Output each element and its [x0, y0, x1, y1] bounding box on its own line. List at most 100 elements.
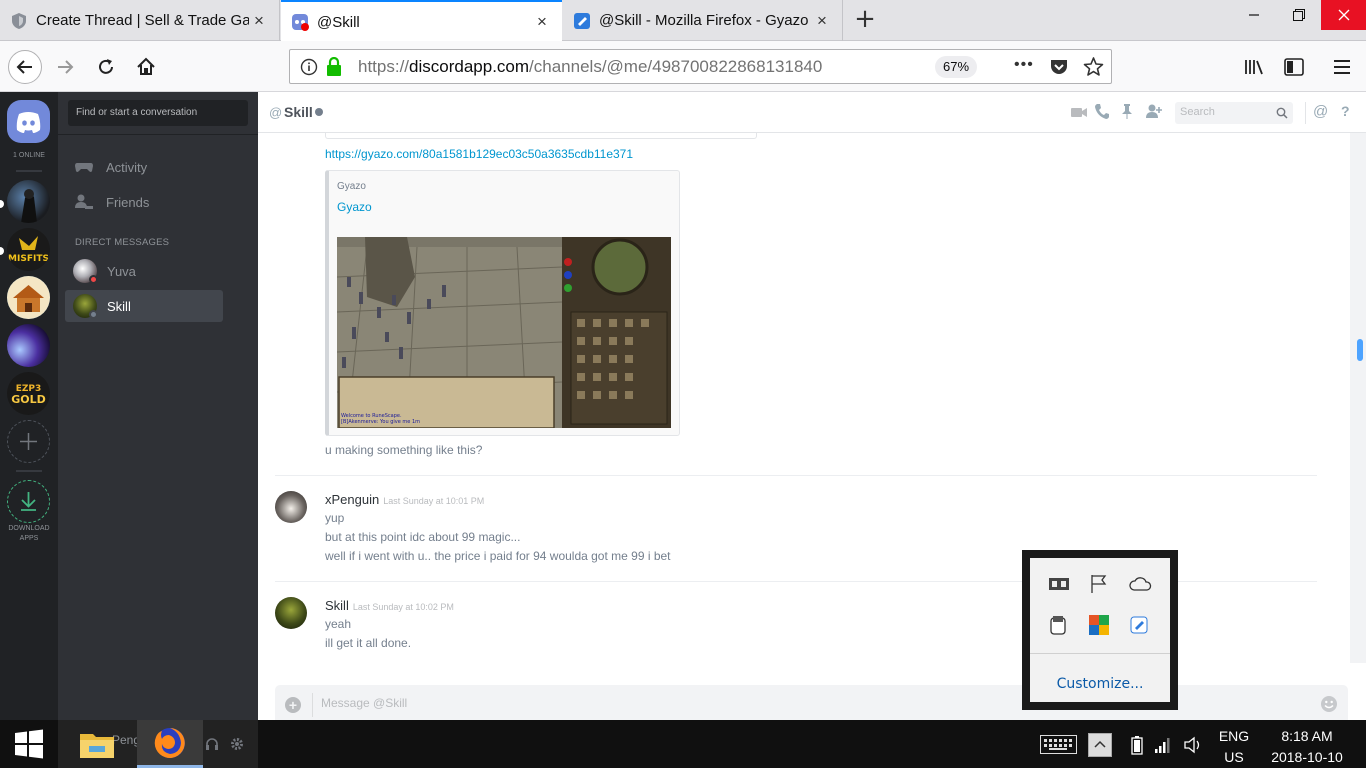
info-icon[interactable]: [300, 58, 318, 76]
chat-search-input[interactable]: Search: [1175, 102, 1293, 124]
tab-create-thread[interactable]: Create Thread | Sell & Trade Ga ×: [0, 0, 280, 41]
voice-call-icon[interactable]: [1094, 103, 1110, 120]
tab-close-icon[interactable]: ×: [812, 11, 832, 31]
url-bar[interactable]: https://discordapp.com/channels/@me/4987…: [289, 49, 1112, 84]
touch-keyboard-icon[interactable]: [1040, 735, 1077, 754]
back-button[interactable]: [8, 50, 42, 84]
start-button[interactable]: [0, 720, 58, 768]
nav-friends[interactable]: Friends: [66, 186, 222, 218]
tab-title: @Skill - Mozilla Firefox - Gyazo: [599, 12, 809, 29]
gold-logo-text: GOLD: [11, 393, 46, 406]
pocket-icon[interactable]: [1049, 57, 1069, 77]
embed-title-link[interactable]: Gyazo: [337, 200, 372, 214]
mentions-icon[interactable]: @: [1313, 103, 1328, 120]
antivirus-icon[interactable]: [1089, 615, 1109, 635]
server-icon-soldier[interactable]: [7, 180, 50, 223]
discord-favicon-icon: [291, 13, 309, 31]
input-language-indicator[interactable]: ENG US: [1213, 726, 1255, 768]
network-signal-icon[interactable]: [1154, 736, 1172, 754]
chat-recipient-name: Skill: [284, 104, 313, 120]
scrollbar-thumb[interactable]: [1357, 339, 1363, 361]
header-divider: [1305, 102, 1306, 124]
tab-close-icon[interactable]: ×: [249, 11, 269, 31]
clock-time: 8:18 AM: [1281, 728, 1333, 744]
discord-home-button[interactable]: [7, 100, 50, 143]
action-center-flag-icon[interactable]: [1089, 574, 1109, 594]
battery-icon[interactable]: [1130, 734, 1144, 756]
dm-yuva[interactable]: Yuva: [65, 255, 223, 287]
embed-screenshot-image[interactable]: Welcome to RuneScape. [B]Akenmerve: You …: [337, 237, 671, 428]
upload-icon[interactable]: +: [285, 697, 301, 713]
minimize-button[interactable]: [1231, 0, 1276, 30]
show-hidden-icons-button[interactable]: [1088, 733, 1112, 757]
home-button[interactable]: [129, 50, 163, 84]
server-list: 1 ONLINE MISFITS EZP3 GOLD DOWNLOAD APPS: [0, 92, 58, 720]
usb-eject-icon[interactable]: [1048, 614, 1068, 636]
server-icon-gold[interactable]: EZP3 GOLD: [7, 372, 50, 415]
direct-messages-header: DIRECT MESSAGES: [75, 237, 170, 248]
new-tab-button[interactable]: +: [851, 6, 879, 34]
bookmark-star-icon[interactable]: [1083, 56, 1104, 77]
gyazo-icon: [573, 12, 591, 30]
forward-button[interactable]: [48, 50, 82, 84]
tray-overflow-popup: Customize...: [1022, 550, 1178, 710]
taskbar-clock[interactable]: 8:18 AM 2018-10-10: [1262, 726, 1352, 768]
page-actions-button[interactable]: •••: [1014, 56, 1034, 74]
message-list: https://gyazo.com/80a1581b129ec03c50a363…: [258, 133, 1350, 720]
region-code: US: [1224, 749, 1244, 765]
nav-activity[interactable]: Activity: [66, 151, 222, 183]
find-conversation-input[interactable]: Find or start a conversation: [68, 100, 248, 126]
gyazo-link[interactable]: https://gyazo.com/80a1581b129ec03c50a363…: [325, 147, 633, 161]
message-text: u making something like this?: [325, 443, 483, 457]
at-symbol: @: [269, 105, 283, 120]
pin-icon[interactable]: [1121, 103, 1133, 120]
server-icon-house[interactable]: [7, 276, 50, 319]
message-input-placeholder[interactable]: Message @Skill: [321, 696, 407, 710]
zoom-indicator[interactable]: 67%: [935, 56, 978, 78]
misfits-logo-text: MISFITS: [8, 254, 49, 264]
menu-icon[interactable]: [1325, 50, 1359, 84]
message-composer[interactable]: + Message @Skill: [275, 685, 1348, 725]
emoji-icon[interactable]: [1320, 695, 1338, 713]
tab-skill[interactable]: @Skill ×: [281, 0, 562, 42]
server-icon-galaxy[interactable]: [7, 324, 50, 367]
message-author[interactable]: xPenguin: [325, 492, 379, 507]
search-placeholder: Search: [1180, 106, 1215, 118]
sidebar-toggle-icon[interactable]: [1277, 50, 1311, 84]
server-icon-misfits[interactable]: MISFITS: [7, 228, 50, 271]
chat-scrollbar[interactable]: [1350, 133, 1366, 663]
reload-button[interactable]: [89, 50, 123, 84]
gyazo-tray-icon[interactable]: [1130, 616, 1148, 634]
download-apps-button[interactable]: [7, 480, 50, 523]
dm-name: Skill: [107, 298, 131, 314]
restore-button[interactable]: [1276, 0, 1321, 30]
tray-display-icon[interactable]: [1048, 576, 1070, 592]
message-header: Skill Last Sunday at 10:02 PM: [325, 597, 454, 615]
help-icon[interactable]: ?: [1341, 103, 1350, 119]
firefox-taskbar-button[interactable]: [137, 720, 203, 768]
dm-skill[interactable]: Skill: [65, 290, 223, 322]
onedrive-cloud-icon[interactable]: [1128, 576, 1152, 592]
video-call-icon[interactable]: [1070, 104, 1088, 120]
tab-gyazo[interactable]: @Skill - Mozilla Firefox - Gyazo ×: [563, 0, 843, 41]
dm-sidebar: Find or start a conversation Activity Fr…: [58, 92, 303, 720]
close-window-button[interactable]: [1321, 0, 1366, 30]
headphones-icon[interactable]: [205, 737, 219, 751]
library-icon[interactable]: [1237, 50, 1271, 84]
settings-gear-icon[interactable]: [230, 737, 244, 751]
avatar[interactable]: [275, 597, 307, 629]
lock-icon[interactable]: [325, 57, 343, 77]
avatar[interactable]: [275, 491, 307, 523]
sidebar-divider: [58, 134, 258, 135]
tab-close-icon[interactable]: ×: [532, 12, 552, 32]
message-text: yup: [325, 511, 345, 525]
tray-customize-link[interactable]: Customize...: [1030, 676, 1170, 692]
file-explorer-button[interactable]: [70, 720, 124, 768]
message-author[interactable]: Skill: [325, 598, 349, 613]
volume-icon[interactable]: [1183, 735, 1203, 755]
add-friend-icon[interactable]: [1145, 103, 1163, 120]
dm-name: Yuva: [107, 263, 136, 279]
download-apps-label: DOWNLOAD APPS: [8, 525, 50, 542]
server-divider: [16, 470, 42, 472]
add-server-button[interactable]: [7, 420, 50, 463]
